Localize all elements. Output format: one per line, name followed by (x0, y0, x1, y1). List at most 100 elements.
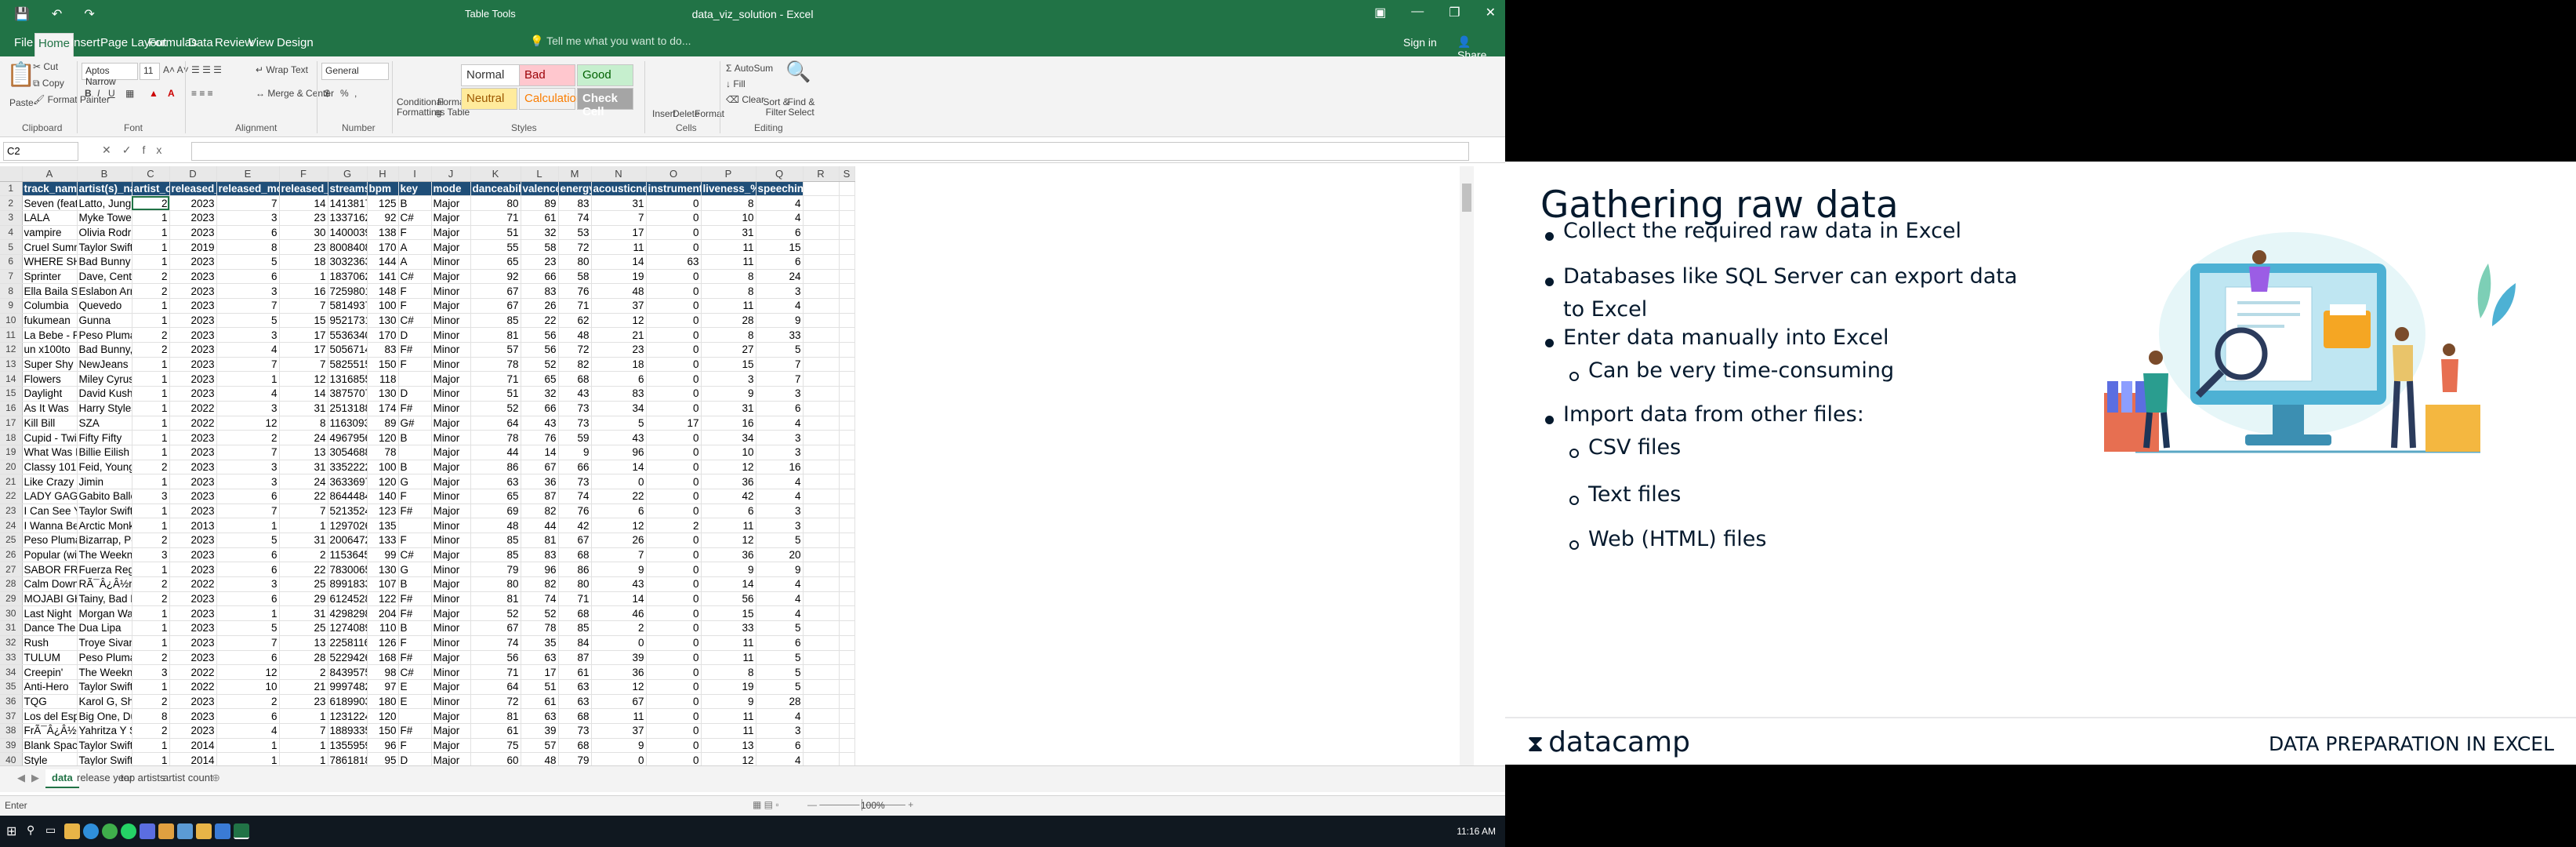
cell[interactable]: 3 (756, 283, 804, 299)
cell[interactable]: 2 (132, 576, 170, 592)
cell[interactable]: 6 (756, 225, 804, 241)
cell[interactable]: 96 (591, 445, 647, 460)
cell[interactable]: 48 (470, 518, 521, 533)
row-header[interactable]: 8 (0, 283, 23, 299)
cell[interactable]: 14 (591, 591, 647, 607)
cell[interactable]: 85 (558, 620, 592, 636)
cell[interactable]: 0 (591, 752, 647, 765)
cell[interactable]: 1297026226 (328, 518, 368, 533)
cell[interactable]: 67 (470, 283, 521, 299)
cell[interactable]: 11 (701, 723, 756, 739)
cell[interactable]: 63 (558, 679, 592, 695)
cell[interactable]: 1355959075 (328, 738, 368, 754)
cell[interactable]: Major (431, 298, 471, 314)
font-name-select[interactable]: Aptos Narrow (82, 63, 138, 87)
cell[interactable]: 126 (367, 635, 399, 651)
cell[interactable]: Miley Cyrus (77, 371, 132, 387)
search-icon[interactable]: ⚲ (27, 823, 42, 839)
row-header[interactable]: 20 (0, 460, 23, 475)
cell[interactable]: 13 (279, 445, 328, 460)
cell[interactable] (803, 533, 840, 548)
cell[interactable]: 204 (367, 605, 399, 622)
cell[interactable]: 496795686 (328, 430, 368, 445)
cell[interactable]: 3 (216, 327, 280, 344)
cell[interactable]: 80 (558, 254, 592, 270)
cell[interactable]: Taylor Swift (77, 503, 132, 519)
cell[interactable]: F (398, 738, 432, 754)
fx-label[interactable]: fx (142, 144, 172, 156)
cell[interactable]: 22 (279, 562, 328, 578)
cell[interactable]: Olivia Rodrigo (77, 225, 132, 241)
cell[interactable]: 14 (279, 386, 328, 402)
cell[interactable]: 52 (470, 605, 521, 622)
cell[interactable]: 71 (470, 371, 521, 387)
cell[interactable]: vampire (22, 225, 78, 241)
cell[interactable]: Rush (22, 635, 78, 651)
cell[interactable]: 85 (470, 313, 521, 329)
cell[interactable]: 1 (132, 210, 170, 226)
cell[interactable]: 21 (591, 327, 647, 344)
app-icon[interactable] (196, 823, 212, 839)
row-header[interactable]: 11 (0, 327, 23, 344)
cell[interactable]: 1 (216, 371, 280, 387)
cell[interactable]: The Weeknd, Ma (77, 547, 132, 563)
select-all-corner[interactable] (0, 166, 23, 182)
cell[interactable]: 1 (132, 254, 170, 270)
cell[interactable]: 0 (646, 605, 702, 622)
cell[interactable]: 141 (367, 269, 399, 285)
cell[interactable]: 0 (646, 313, 702, 329)
cell[interactable]: 3 (756, 723, 804, 739)
cell[interactable]: Sprinter (22, 269, 78, 285)
cell[interactable] (803, 386, 840, 402)
cell[interactable]: 5 (756, 620, 804, 636)
cell[interactable]: Minor (431, 283, 471, 299)
row-header[interactable]: 40 (0, 752, 23, 765)
cell[interactable]: 76 (558, 283, 592, 299)
cell[interactable]: 43 (521, 416, 559, 431)
cell[interactable]: Style (22, 752, 78, 765)
cell[interactable]: Major (431, 723, 471, 739)
cell[interactable]: 99 (367, 547, 399, 563)
cell[interactable]: 843957510 (328, 664, 368, 680)
cell[interactable]: C# (398, 210, 432, 226)
cell[interactable]: 6 (756, 738, 804, 754)
autosum-button[interactable]: Σ AutoSum (726, 63, 773, 74)
cell[interactable]: 2023 (169, 620, 217, 636)
cell[interactable]: Bad Bunny (77, 254, 132, 270)
fill-button[interactable]: ↓ Fill (726, 78, 746, 89)
cell[interactable]: 6 (216, 547, 280, 563)
cell[interactable]: 87 (521, 489, 559, 504)
cell[interactable]: Peso Pluma, Yng (77, 327, 132, 344)
cell[interactable]: 170 (367, 327, 399, 344)
cell[interactable]: 8 (701, 269, 756, 285)
cell[interactable]: I Can See You (Ta (22, 503, 78, 519)
row-header[interactable]: 18 (0, 430, 23, 445)
cell[interactable]: 7 (279, 723, 328, 739)
column-header[interactable]: A (22, 166, 78, 182)
table-header-cell[interactable]: released_year (169, 181, 217, 197)
cell[interactable]: F (398, 283, 432, 299)
cell[interactable]: Latto, Jung Kook (77, 195, 132, 211)
cell[interactable] (839, 401, 855, 416)
cell[interactable]: 71 (470, 210, 521, 226)
cell[interactable]: 2023 (169, 342, 217, 358)
cell[interactable]: 62 (558, 313, 592, 329)
cell[interactable]: 81 (470, 708, 521, 724)
conditional-formatting-button[interactable]: Conditional Formatting (397, 97, 444, 118)
cell[interactable]: 4 (756, 298, 804, 314)
cell[interactable]: 68 (558, 738, 592, 754)
cell[interactable]: 31 (591, 195, 647, 211)
cell[interactable]: 19 (701, 679, 756, 695)
cell[interactable] (839, 430, 855, 445)
cell[interactable]: 24 (279, 430, 328, 445)
cell[interactable]: 64 (470, 416, 521, 431)
cell[interactable]: 89 (367, 416, 399, 431)
cell[interactable]: 36 (701, 547, 756, 563)
cell[interactable] (803, 239, 840, 255)
cell[interactable]: 58 (521, 239, 559, 255)
cell[interactable]: 27 (701, 342, 756, 358)
cell[interactable] (839, 210, 855, 226)
cell[interactable]: 32 (521, 386, 559, 402)
cell[interactable]: Peso Pluma: Bzrp (22, 533, 78, 548)
cell[interactable]: 61 (521, 694, 559, 710)
